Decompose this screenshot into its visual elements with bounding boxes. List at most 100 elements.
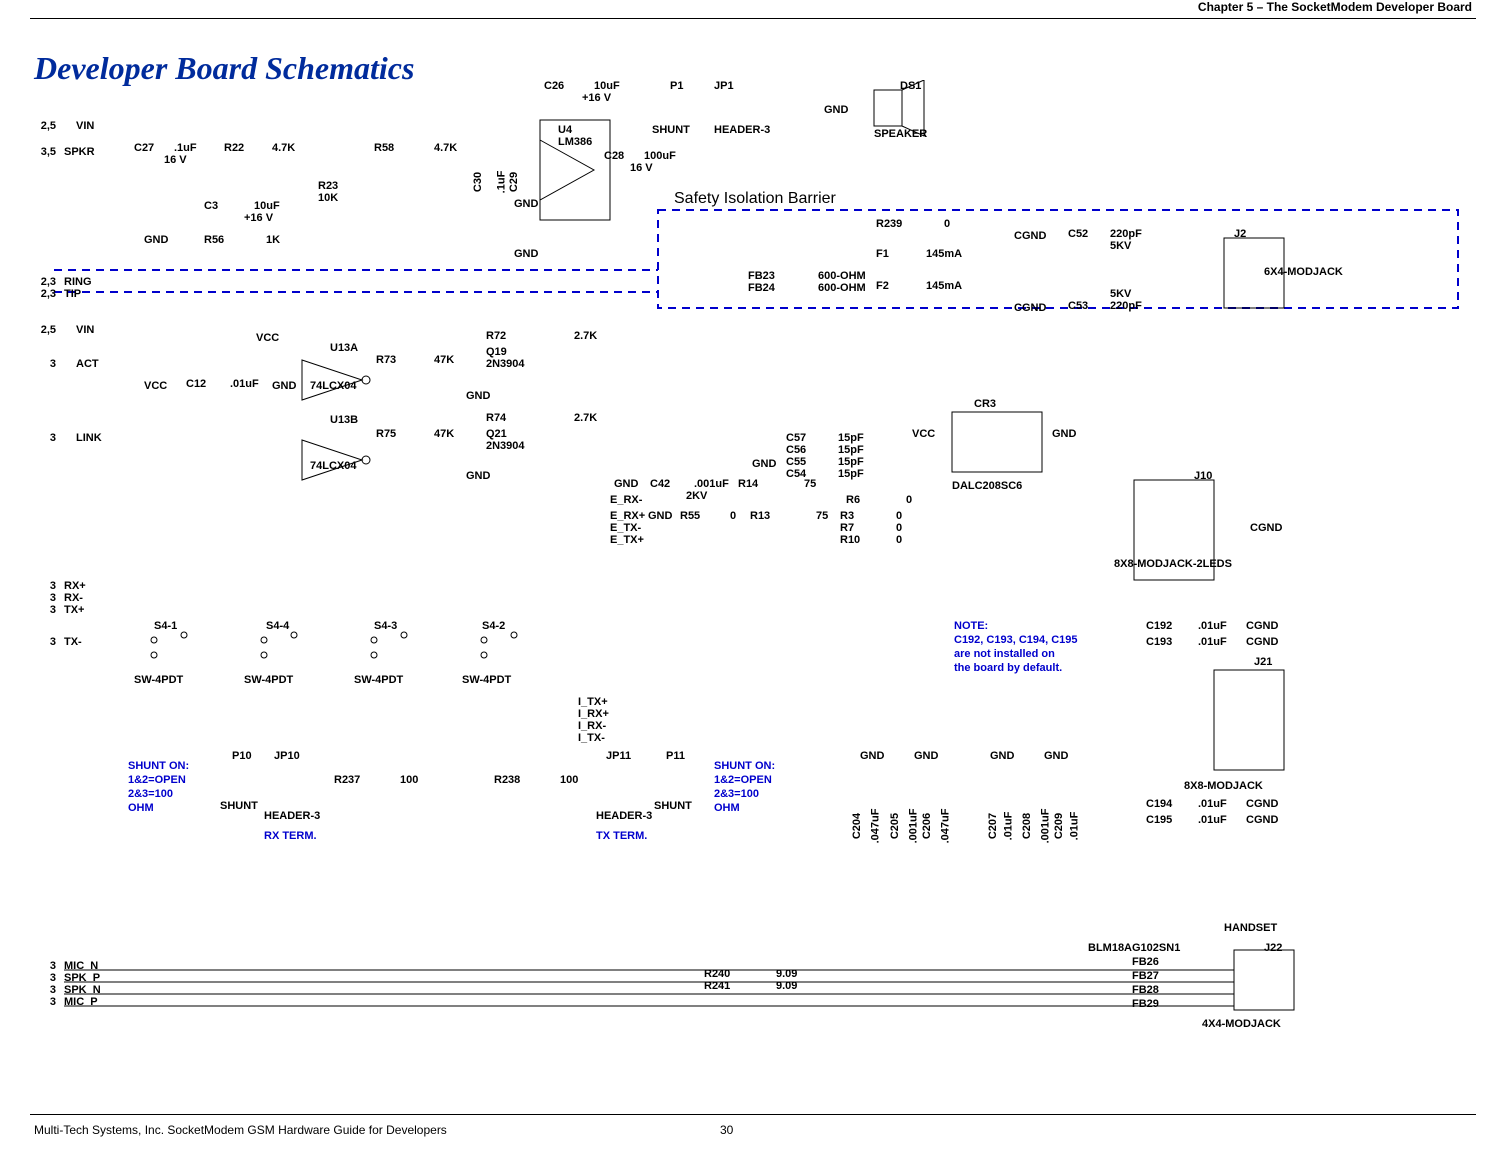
c57: C57 — [786, 432, 806, 444]
bottom-rule — [30, 1114, 1476, 1115]
r238v: 100 — [560, 774, 578, 786]
txp: TX+ — [64, 604, 84, 616]
rxp-ref: 3 — [34, 580, 56, 592]
shunt-on-r: SHUNT ON: — [714, 760, 775, 772]
c194v: .01uF — [1198, 798, 1227, 810]
etxp: E_TX+ — [610, 534, 644, 546]
spkn-ref: 3 — [34, 984, 56, 996]
fb23: FB23 — [748, 270, 775, 282]
fb28: FB28 — [1132, 984, 1159, 996]
c52v2: 5KV — [1110, 240, 1131, 252]
shunt-r3: 2&3=100 — [714, 788, 759, 800]
gnd-c30: GND — [514, 198, 538, 210]
r239: R239 — [876, 218, 902, 230]
note2: C192, C193, C194, C195 — [954, 634, 1078, 646]
vin2: VIN — [76, 324, 94, 336]
s44: S4-4 — [266, 620, 289, 632]
shunt-on-l: SHUNT ON: — [128, 760, 189, 772]
ring: RING — [64, 276, 92, 288]
gnd-cr3: GND — [1052, 428, 1076, 440]
c27: C27 — [134, 142, 154, 154]
r72v: 2.7K — [574, 330, 597, 342]
rxterm: RX TERM. — [264, 830, 317, 842]
f1v: 145mA — [926, 248, 962, 260]
schematic-wires — [34, 80, 1472, 1105]
shunt-l4: OHM — [128, 802, 154, 814]
r73v: 47K — [434, 354, 454, 366]
c57v: 15pF — [838, 432, 864, 444]
c28v2: 16 V — [630, 162, 653, 174]
gnd-q19: GND — [466, 390, 490, 402]
sw3: SW-4PDT — [354, 674, 403, 686]
c208v: .001uF — [1039, 809, 1051, 844]
r237: R237 — [334, 774, 360, 786]
j21t: 8X8-MODJACK — [1184, 780, 1263, 792]
c27v: .1uF — [174, 142, 197, 154]
c206v: .047uF — [939, 809, 951, 844]
c193: C193 — [1146, 636, 1172, 648]
r3v: 0 — [896, 510, 902, 522]
micn: MIC_N — [64, 960, 98, 972]
footer-page: 30 — [720, 1123, 733, 1137]
txp-ref: 3 — [34, 604, 56, 616]
r6: R6 — [846, 494, 860, 506]
r55v: 0 — [730, 510, 736, 522]
spkp-ref: 3 — [34, 972, 56, 984]
c3v: 10uF — [254, 200, 280, 212]
s41: S4-1 — [154, 620, 177, 632]
c206: C206 — [921, 813, 933, 839]
cgnd-j10: CGND — [1250, 522, 1282, 534]
r238: R238 — [494, 774, 520, 786]
jp11t: HEADER-3 — [596, 810, 652, 822]
c52: C52 — [1068, 228, 1088, 240]
r56: R56 — [204, 234, 224, 246]
c55v: 15pF — [838, 456, 864, 468]
sw4: SW-4PDT — [462, 674, 511, 686]
r58: R58 — [374, 142, 394, 154]
c55: C55 — [786, 456, 806, 468]
c26v: 10uF — [594, 80, 620, 92]
c204: C204 — [851, 813, 863, 839]
c53v2: 5KV — [1110, 288, 1131, 300]
c53v: 220pF — [1110, 300, 1142, 312]
j2t: 6X4-MODJACK — [1264, 266, 1343, 278]
r75v: 47K — [434, 428, 454, 440]
c195: C195 — [1146, 814, 1172, 826]
c207: C207 — [987, 813, 999, 839]
c204v: .047uF — [869, 809, 881, 844]
shunt-r2: 1&2=OPEN — [714, 774, 772, 786]
c29: C29 — [508, 172, 520, 192]
c26: C26 — [544, 80, 564, 92]
c52v: 220pF — [1110, 228, 1142, 240]
c12: C12 — [186, 378, 206, 390]
c12v: .01uF — [230, 378, 259, 390]
jp11: JP11 — [606, 750, 631, 762]
act: ACT — [76, 358, 99, 370]
gnd-c12: GND — [272, 380, 296, 392]
footer-left: Multi-Tech Systems, Inc. SocketModem GSM… — [34, 1123, 447, 1137]
irxm: I_RX- — [578, 720, 606, 732]
c42v2: 2KV — [686, 490, 707, 502]
c208: C208 — [1021, 813, 1033, 839]
fb29: FB29 — [1132, 998, 1159, 1010]
j2: J2 — [1234, 228, 1246, 240]
c3: C3 — [204, 200, 218, 212]
gnd-c5x: GND — [752, 458, 776, 470]
j22: J22 — [1264, 942, 1282, 954]
p10t: SHUNT — [220, 800, 258, 812]
erxm: E_RX- — [610, 494, 642, 506]
fb24v: 600-OHM — [818, 282, 866, 294]
fb23v: 600-OHM — [818, 270, 866, 282]
gnd-q21: GND — [466, 470, 490, 482]
etxm: E_TX- — [610, 522, 641, 534]
c53: C53 — [1068, 300, 1088, 312]
spkr-ref: 3,5 — [34, 146, 56, 158]
r75: R75 — [376, 428, 396, 440]
c30: C30 — [472, 172, 484, 192]
cgnd194: CGND — [1246, 798, 1278, 810]
gnd-c42: GND — [614, 478, 638, 490]
spkr: SPKR — [64, 146, 95, 158]
shunt-l3: 2&3=100 — [128, 788, 173, 800]
r7v: 0 — [896, 522, 902, 534]
jp1t: HEADER-3 — [714, 124, 770, 136]
